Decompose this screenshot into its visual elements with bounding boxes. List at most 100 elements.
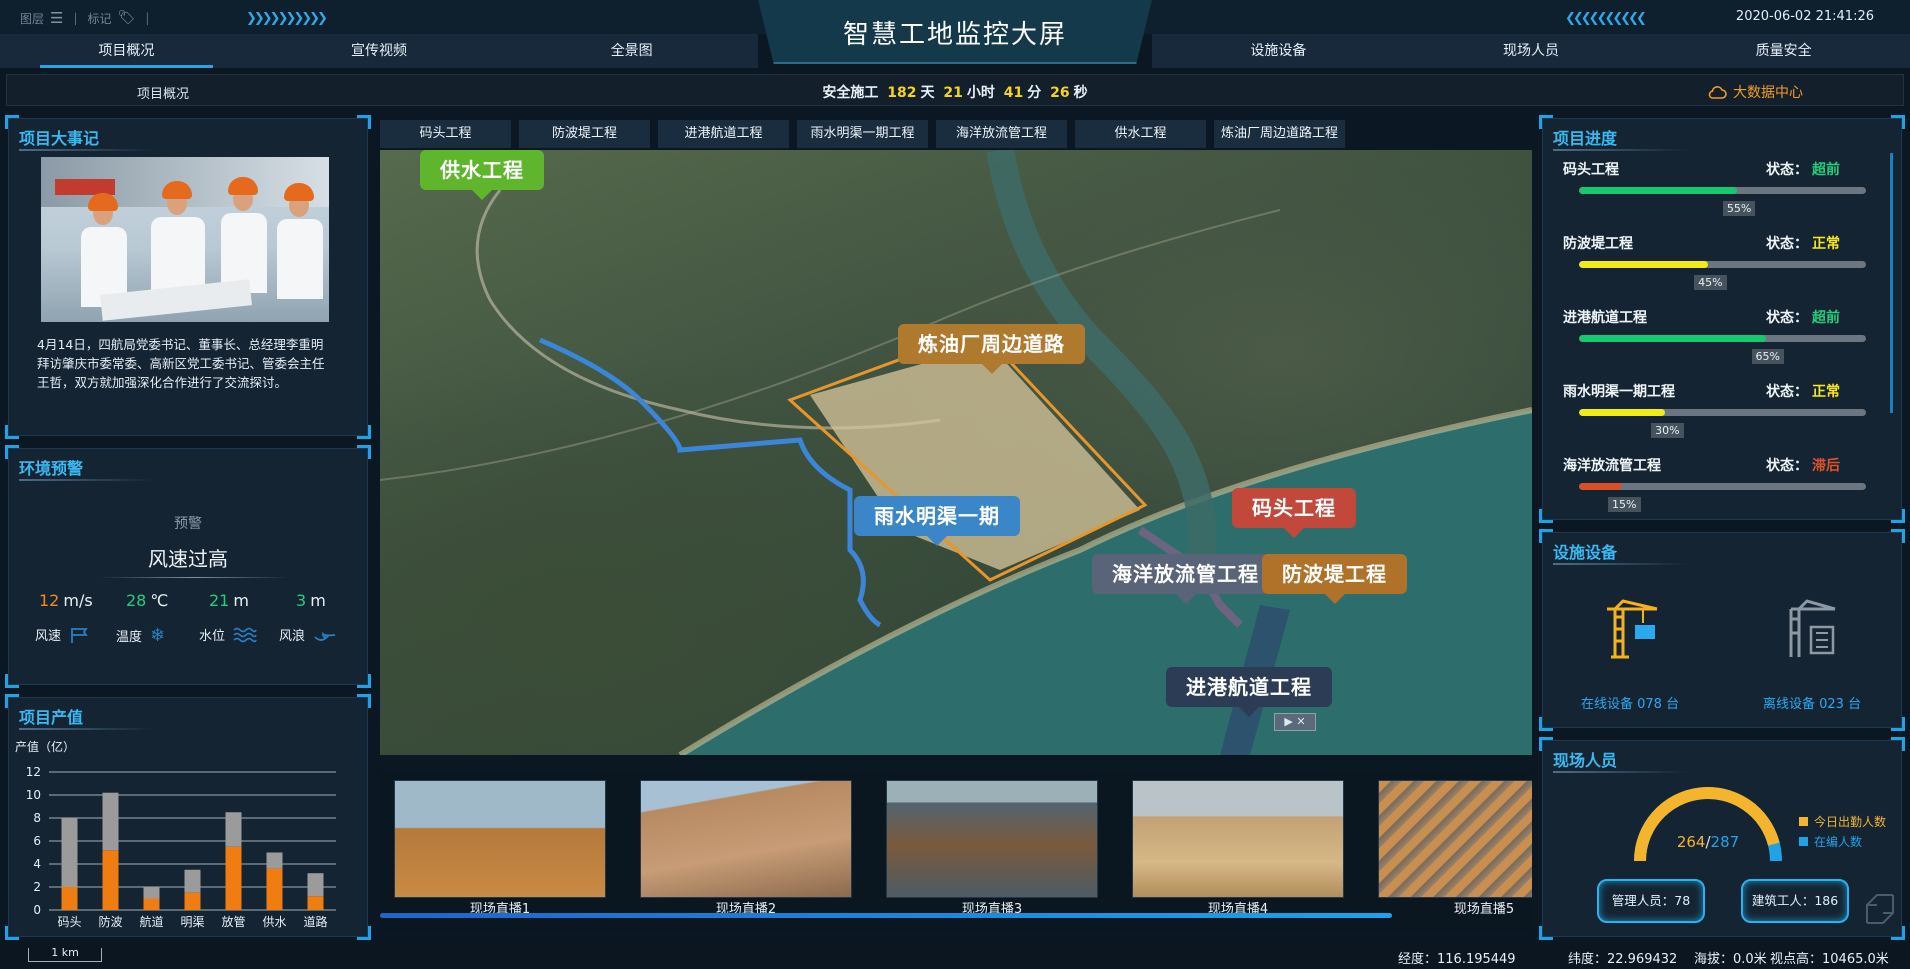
- x-tick-label: 道路: [303, 914, 327, 929]
- corner-decor: [1891, 509, 1905, 523]
- construction-workers-button[interactable]: 建筑工人：186: [1741, 879, 1849, 923]
- live-thumbnail[interactable]: [1132, 780, 1344, 898]
- status-strip: 项目概况 安全施工 182 天 21 小时 41 分 26 秒 大数据中心: [6, 74, 1904, 106]
- x-tick-label: 码头: [57, 915, 81, 929]
- safety-counter: 安全施工 182 天 21 小时 41 分 26 秒: [7, 82, 1903, 102]
- tab-water-supply[interactable]: 供水工程: [1075, 120, 1206, 148]
- live-feed-1[interactable]: 现场直播1: [394, 780, 606, 917]
- nav-item-personnel[interactable]: 现场人员: [1405, 34, 1658, 68]
- layers-label[interactable]: 图层: [20, 10, 44, 27]
- nav-item-quality-safety[interactable]: 质量安全: [1657, 34, 1910, 68]
- bigdata-label: 大数据中心: [1733, 85, 1803, 101]
- progress-row[interactable]: 海洋放流管工程 状态： 滞后 15%: [1563, 455, 1868, 519]
- chart-bar-primary: [61, 887, 78, 910]
- mark-label[interactable]: 标记: [88, 10, 112, 27]
- safety-prefix: 安全施工: [822, 85, 879, 101]
- temperature-value: 28 ℃: [126, 591, 168, 610]
- live-scrollbar[interactable]: [380, 913, 1392, 918]
- project-status: 状态： 正常: [1766, 381, 1840, 401]
- cloud-icon: [1708, 86, 1727, 99]
- y-tick-label: 0: [33, 903, 41, 917]
- satellite-map[interactable]: 供水工程 炼油厂周边道路 雨水明渠一期 码头工程 海洋放流管工程 防波堤工程 进…: [380, 150, 1532, 755]
- output-chart: 0 2 4 6 8 10 12 码头 防波 航道 明渠 放管 供水 道路: [26, 765, 336, 929]
- progress-scrollbar[interactable]: [1890, 153, 1893, 413]
- nav-item-panorama[interactable]: 全景图: [505, 34, 758, 68]
- live-feed-2[interactable]: 现场直播2: [640, 780, 852, 917]
- corner-decor: [5, 115, 19, 129]
- temperature-label: 温度 ❄: [116, 625, 165, 646]
- metric-value: 12: [39, 591, 60, 610]
- corner-decor: [1891, 115, 1905, 129]
- online-crane-icon: [1607, 599, 1658, 659]
- progress-fill: [1579, 483, 1623, 490]
- nav-item-promo-video[interactable]: 宣传视频: [253, 34, 506, 68]
- tab-rain-channel[interactable]: 雨水明渠一期工程: [797, 120, 928, 148]
- alert-tag: 预警: [174, 516, 202, 532]
- legend-staff: 在编人数: [1799, 833, 1862, 850]
- toolbar-separator: |: [73, 11, 78, 25]
- status-label: 状态：: [1766, 162, 1808, 178]
- map-label-refinery-road[interactable]: 炼油厂周边道路: [898, 324, 1085, 374]
- map-label-ocean-outfall[interactable]: 海洋放流管工程: [1092, 554, 1279, 604]
- status-label: 状态：: [1766, 384, 1808, 400]
- live-thumbnail[interactable]: [1378, 780, 1532, 898]
- live-thumbnail[interactable]: [394, 780, 606, 898]
- bigdata-link[interactable]: 大数据中心: [1707, 82, 1803, 102]
- corner-decor: [5, 425, 19, 439]
- management-staff-button[interactable]: 管理人员：78: [1597, 879, 1705, 923]
- map-label-rain-channel[interactable]: 雨水明渠一期: [854, 496, 1020, 546]
- project-tabs: 码头工程 防波堤工程 进港航道工程 雨水明渠一期工程 海洋放流管工程 供水工程 …: [380, 120, 1532, 148]
- metric-unit: ℃: [150, 591, 169, 610]
- map-label-port-channel[interactable]: 进港航道工程: [1166, 667, 1332, 717]
- corner-decor: [5, 445, 19, 459]
- event-description: 4月14日，四航局党委书记、董事长、总经理李重明拜访肇庆市委常委、高新区党工委书…: [37, 337, 325, 390]
- nav-left: 项目概况 宣传视频 全景图: [0, 34, 758, 68]
- x-tick-label: 明渠: [180, 915, 204, 929]
- progress-row[interactable]: 码头工程 状态： 超前 55%: [1563, 159, 1868, 223]
- live-feed-4[interactable]: 现场直播4: [1132, 780, 1344, 917]
- project-name: 海洋放流管工程: [1563, 458, 1661, 474]
- tag-icon[interactable]: 🏷: [118, 10, 136, 26]
- live-thumbnail[interactable]: [640, 780, 852, 898]
- nav-item-overview[interactable]: 项目概况: [0, 34, 253, 68]
- corner-decor: [1539, 717, 1553, 731]
- wind-speed-value: 12 m/s: [39, 591, 93, 610]
- tab-refinery-road[interactable]: 炼油厂周边道路工程: [1214, 120, 1345, 148]
- metric-label: 水位: [199, 629, 226, 644]
- temperature-icon: ❄: [150, 625, 166, 646]
- construction-site: [810, 345, 1140, 570]
- facilities-panel: 设施设备 在线设备 078 台 离线设备 023 台: [1539, 529, 1905, 731]
- tab-port-channel[interactable]: 进港航道工程: [658, 120, 789, 148]
- progress-row[interactable]: 雨水明渠一期工程 状态： 正常 30%: [1563, 381, 1868, 445]
- tab-ocean-outfall[interactable]: 海洋放流管工程: [936, 120, 1067, 148]
- corner-decor: [357, 425, 371, 439]
- progress-bar: [1579, 187, 1866, 194]
- days-unit: 天: [920, 85, 935, 101]
- divider: [99, 577, 289, 578]
- legend-label: 今日出勤人数: [1814, 815, 1887, 829]
- map-label-breakwater[interactable]: 防波堤工程: [1262, 554, 1407, 604]
- progress-fill: [1579, 261, 1709, 268]
- map-label-water-supply[interactable]: 供水工程: [420, 150, 544, 200]
- live-feed-3[interactable]: 现场直播3: [886, 780, 1098, 917]
- minutes-unit: 分: [1027, 85, 1042, 101]
- longitude-readout: 经度：116.195449: [1398, 952, 1516, 967]
- corner-decor: [1539, 509, 1553, 523]
- progress-row[interactable]: 防波堤工程 状态： 正常 45%: [1563, 233, 1868, 297]
- progress-fill: [1579, 335, 1766, 342]
- expand-icon[interactable]: [1865, 893, 1895, 925]
- map-play-close-control[interactable]: ▶ ✕: [1274, 713, 1316, 731]
- map-label-dock[interactable]: 码头工程: [1232, 488, 1356, 538]
- nav-item-facilities[interactable]: 设施设备: [1152, 34, 1405, 68]
- chart-bar-primary: [266, 868, 283, 910]
- chart-bar-secondary: [307, 873, 324, 897]
- y-tick-label: 8: [33, 811, 41, 825]
- decor-chevrons-right: ❮❮❮❮❮❮❮❮❮❮: [1565, 11, 1647, 26]
- tab-dock[interactable]: 码头工程: [380, 120, 511, 148]
- live-thumbnail[interactable]: [886, 780, 1098, 898]
- layers-icon[interactable]: ☰: [50, 9, 63, 27]
- live-feed-5[interactable]: 现场直播5: [1378, 780, 1532, 917]
- tab-breakwater[interactable]: 防波堤工程: [519, 120, 650, 148]
- status-label: 状态：: [1766, 458, 1808, 474]
- progress-row[interactable]: 进港航道工程 状态： 超前 65%: [1563, 307, 1868, 371]
